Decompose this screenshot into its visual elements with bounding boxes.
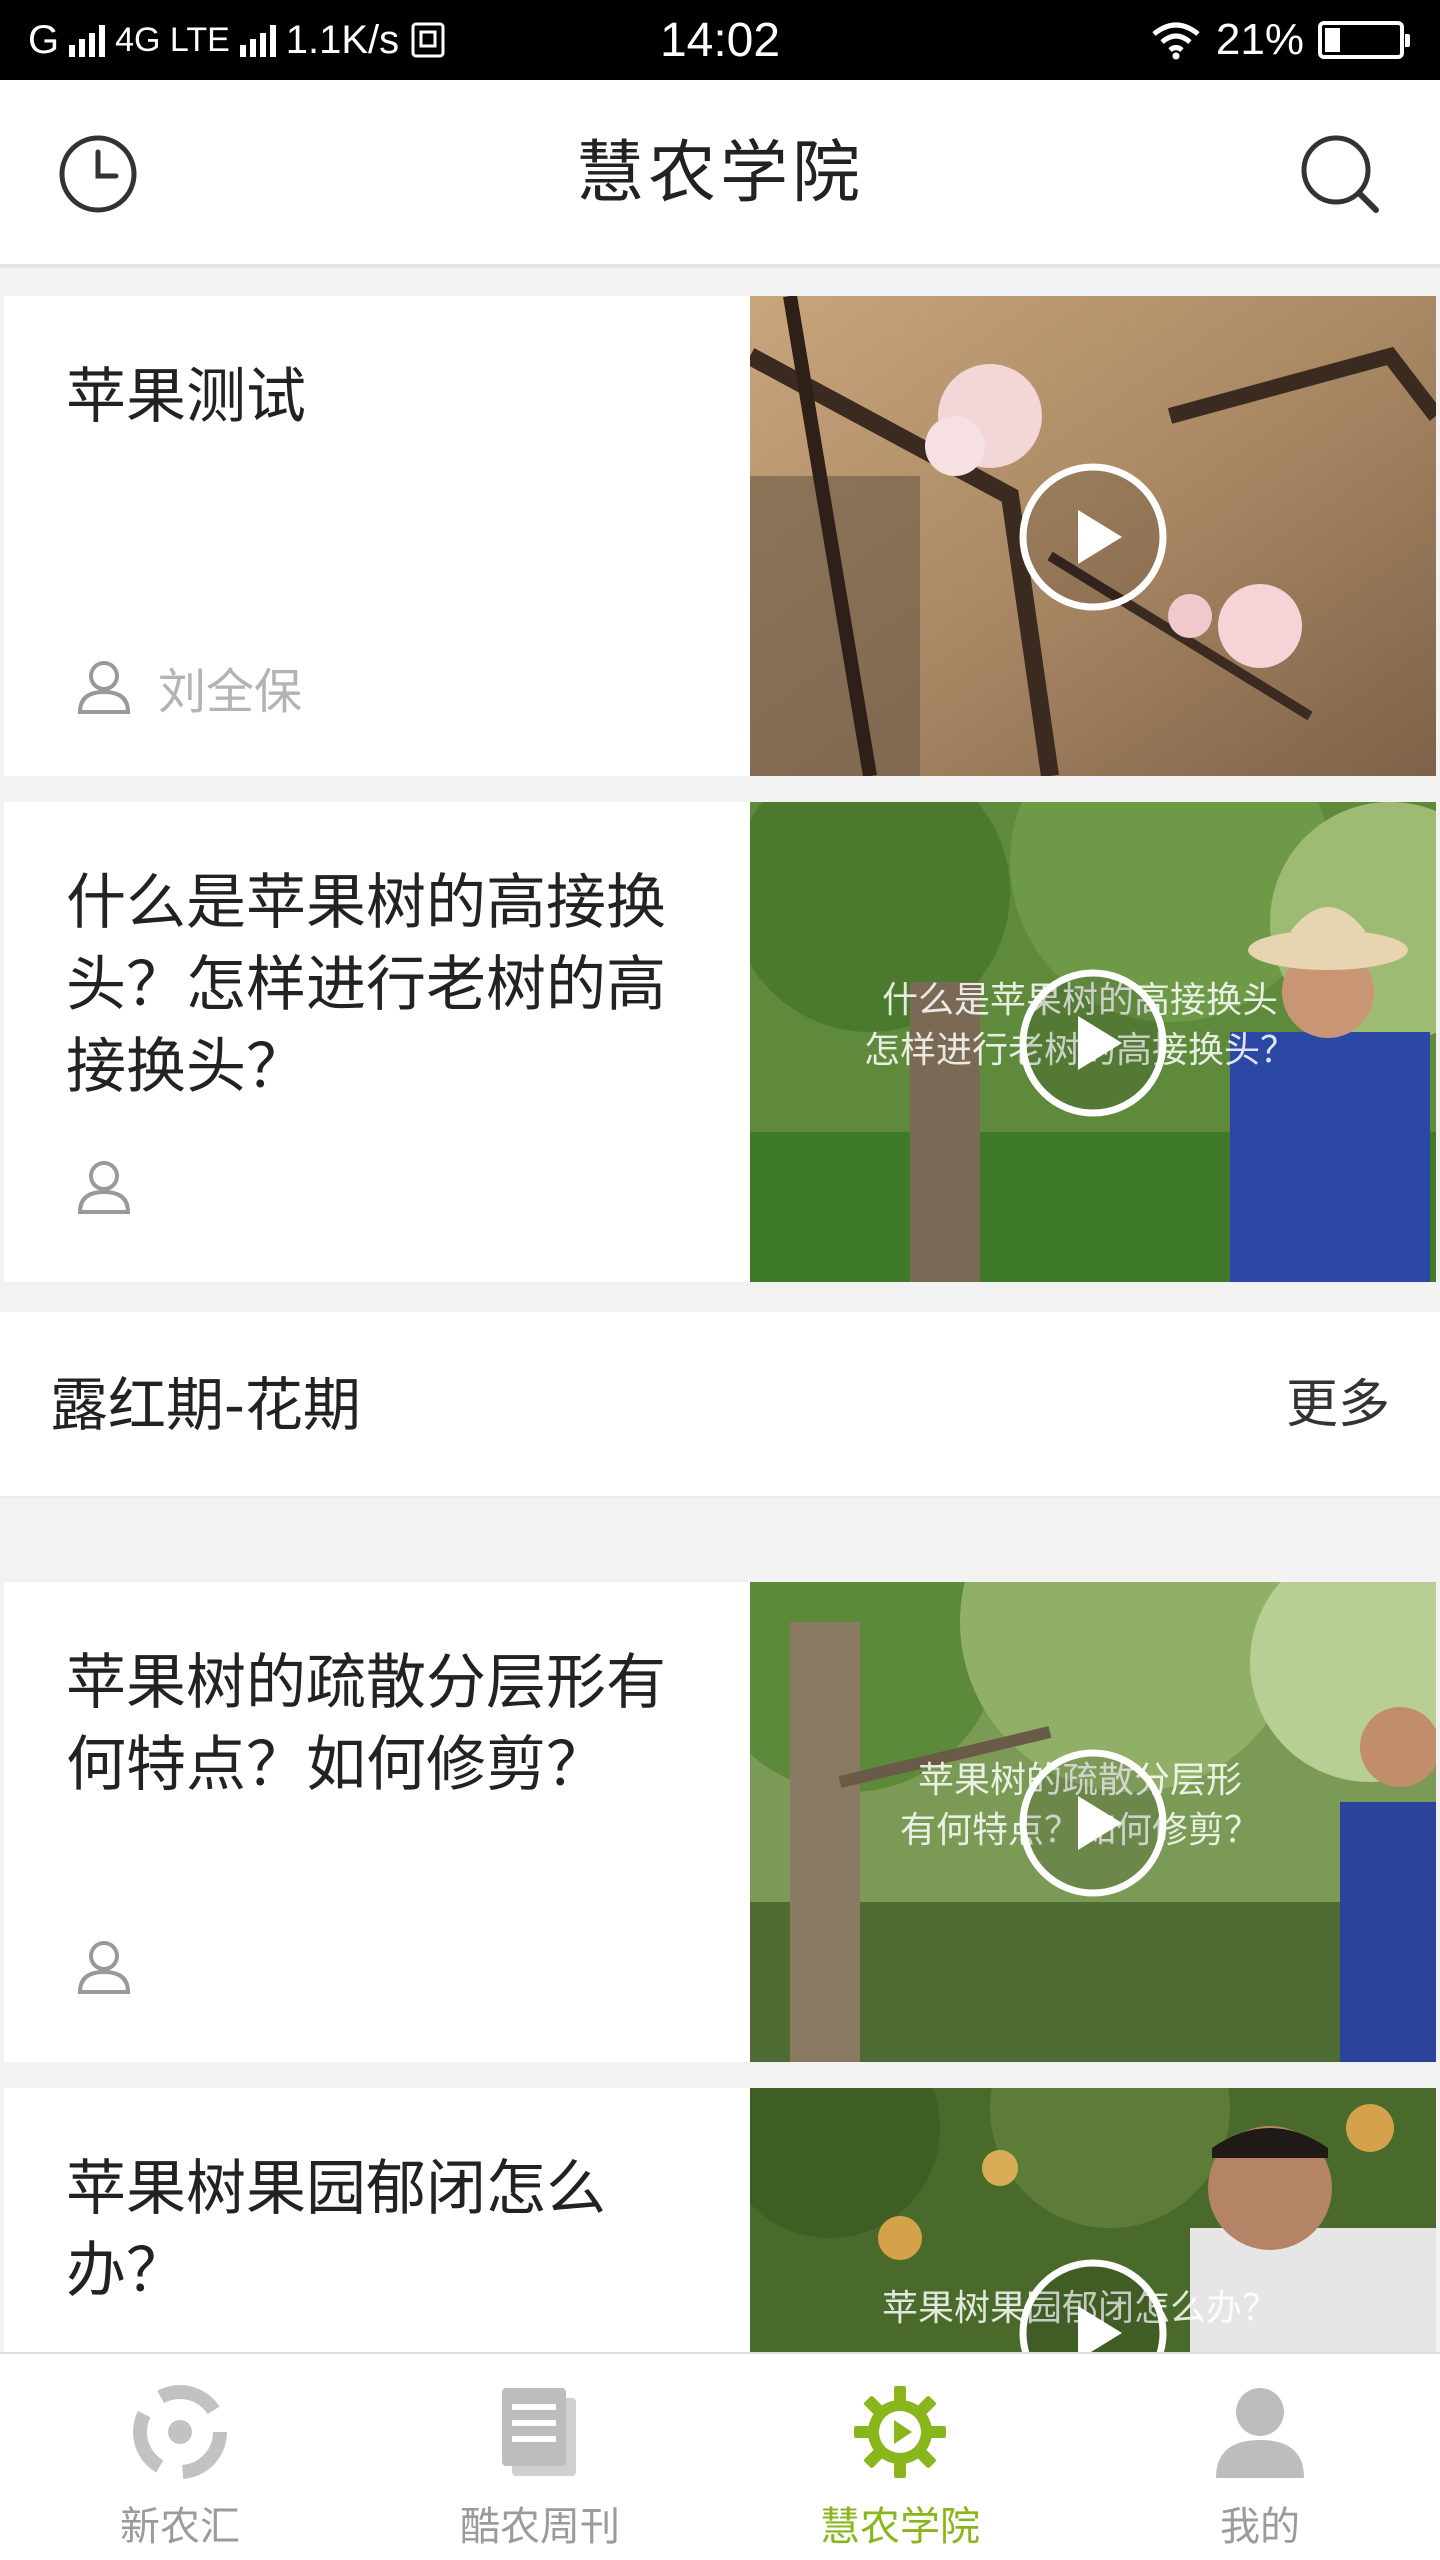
play-icon[interactable] — [1018, 1748, 1168, 1898]
play-icon[interactable] — [1018, 462, 1168, 612]
community-icon — [133, 2385, 227, 2479]
section-header: 露红期-花期 更多 — [0, 1312, 1440, 1498]
clock-icon[interactable] — [54, 130, 142, 218]
nav-label: 我的 — [1220, 2504, 1300, 2550]
video-thumbnail[interactable]: 苹果树的疏散分层形 有何特点？如何修剪？ — [750, 1582, 1436, 2062]
author-name: 刘全保 — [158, 664, 303, 720]
search-icon[interactable] — [1296, 130, 1384, 218]
page-title: 慧农学院 — [575, 134, 864, 213]
user-icon — [77, 1941, 131, 1994]
nav-label: 酷农周刊 — [460, 2504, 620, 2550]
app-header: 慧农学院 — [0, 80, 1440, 268]
battery-percent: 21% — [1215, 15, 1304, 64]
nav-item-community[interactable]: 新农汇 — [0, 2354, 360, 2560]
card-author: 刘全保 — [76, 652, 302, 722]
more-link[interactable]: 更多 — [1286, 1312, 1390, 1498]
video-card[interactable]: 苹果测试 刘全保 — [4, 296, 1436, 776]
nav-item-magazine[interactable]: 酷农周刊 — [360, 2354, 720, 2560]
bottom-nav: 新农汇 酷农周刊 慧农学院 我的 — [0, 2352, 1440, 2560]
nav-item-profile[interactable]: 我的 — [1080, 2354, 1440, 2560]
card-title: 苹果测试 — [66, 362, 306, 432]
section-title: 露红期-花期 — [50, 1371, 361, 1439]
card-title: 苹果树的疏散分层形有何特点？如何修剪？ — [66, 1648, 666, 1800]
magazine-icon — [502, 2388, 576, 2476]
status-right: 21% — [1150, 15, 1410, 65]
video-thumbnail[interactable] — [750, 296, 1436, 776]
video-thumbnail[interactable]: 什么是苹果树的高接换头 怎样进行老树的高接换头？ — [750, 802, 1436, 1282]
user-icon — [77, 1161, 131, 1214]
wifi-icon — [1152, 22, 1200, 60]
academy-gear-icon — [854, 2386, 946, 2478]
card-title: 苹果树果园郁闭怎么办？ — [66, 2154, 606, 2306]
video-card[interactable]: 什么是苹果树的高接换头？怎样进行老树的高接换头？ 什么是苹果树的高接换头 怎样进… — [4, 802, 1436, 1282]
play-icon[interactable] — [1018, 2258, 1168, 2352]
battery-icon — [1318, 21, 1410, 59]
nav-label: 慧农学院 — [820, 2504, 980, 2550]
nav-item-academy[interactable]: 慧农学院 — [720, 2354, 1080, 2560]
battery-level — [1325, 28, 1341, 52]
card-title: 什么是苹果树的高接换头？怎样进行老树的高接换头？ — [66, 868, 666, 1102]
nav-label: 新农汇 — [120, 2504, 240, 2550]
video-thumbnail[interactable]: 苹果树果园郁闭怎么办？ — [750, 2088, 1436, 2352]
video-card[interactable]: 苹果树果园郁闭怎么办？ 苹果树果园郁闭怎么办？ — [4, 2088, 1436, 2352]
video-card[interactable]: 苹果树的疏散分层形有何特点？如何修剪？ 苹果树的疏散分层形 有何特点？如何修剪？ — [4, 1582, 1436, 2062]
user-icon — [77, 661, 131, 714]
status-bar: G 4G LTE 1.1K/s 14:02 21% — [0, 0, 1440, 80]
card-author — [76, 1158, 158, 1216]
card-author — [76, 1938, 158, 1996]
play-icon[interactable] — [1018, 968, 1168, 1118]
profile-icon — [1216, 2388, 1304, 2478]
